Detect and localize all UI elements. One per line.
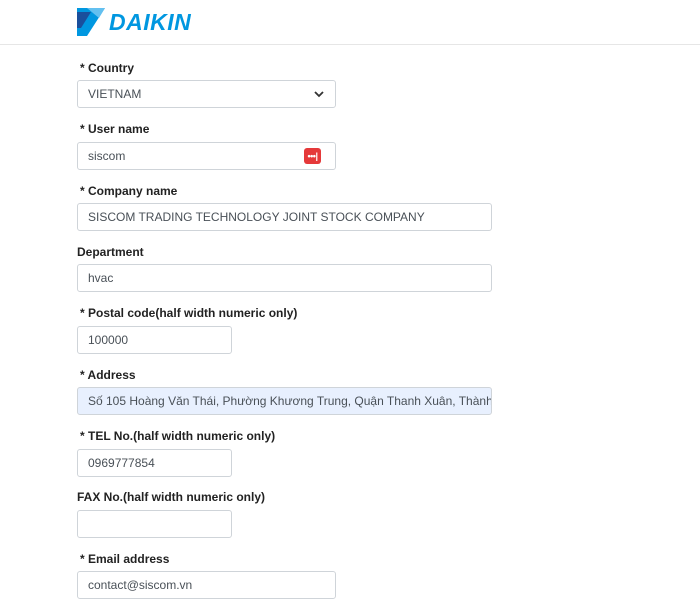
department-value: hvac bbox=[88, 271, 114, 285]
email-label: * Email address bbox=[80, 552, 170, 566]
tel-label: * TEL No.(half width numeric only) bbox=[80, 429, 276, 443]
company-label: * Company name bbox=[80, 184, 178, 198]
country-value: VIETNAM bbox=[88, 87, 142, 101]
username-input[interactable]: siscom •••| bbox=[77, 142, 336, 170]
address-label: * Address bbox=[80, 368, 136, 382]
department-label: Department bbox=[77, 245, 144, 259]
postal-value: 100000 bbox=[88, 333, 129, 347]
tel-input[interactable]: 0969777854 bbox=[77, 449, 232, 477]
country-select[interactable]: VIETNAM bbox=[77, 80, 336, 108]
chevron-down-icon bbox=[314, 91, 324, 98]
fax-input[interactable] bbox=[77, 510, 232, 538]
department-input[interactable]: hvac bbox=[77, 264, 492, 292]
country-label: * Country bbox=[80, 61, 134, 75]
company-value: SISCOM TRADING TECHNOLOGY JOINT STOCK CO… bbox=[88, 210, 425, 224]
fax-label: FAX No.(half width numeric only) bbox=[77, 490, 266, 504]
username-value: siscom bbox=[88, 149, 126, 163]
company-input[interactable]: SISCOM TRADING TECHNOLOGY JOINT STOCK CO… bbox=[77, 203, 492, 231]
address-value: Số 105 Hoàng Văn Thái, Phường Khương Tru… bbox=[88, 394, 492, 408]
registration-form: * Country VIETNAM * User name siscom •••… bbox=[0, 0, 700, 600]
postal-label: * Postal code(half width numeric only) bbox=[80, 306, 298, 320]
tel-value: 0969777854 bbox=[88, 456, 155, 470]
postal-input[interactable]: 100000 bbox=[77, 326, 232, 354]
password-manager-icon[interactable]: •••| bbox=[304, 148, 321, 164]
email-value: contact@siscom.vn bbox=[88, 578, 193, 592]
email-input[interactable]: contact@siscom.vn bbox=[77, 571, 336, 599]
address-input[interactable]: Số 105 Hoàng Văn Thái, Phường Khương Tru… bbox=[77, 387, 492, 415]
username-label: * User name bbox=[80, 122, 150, 136]
